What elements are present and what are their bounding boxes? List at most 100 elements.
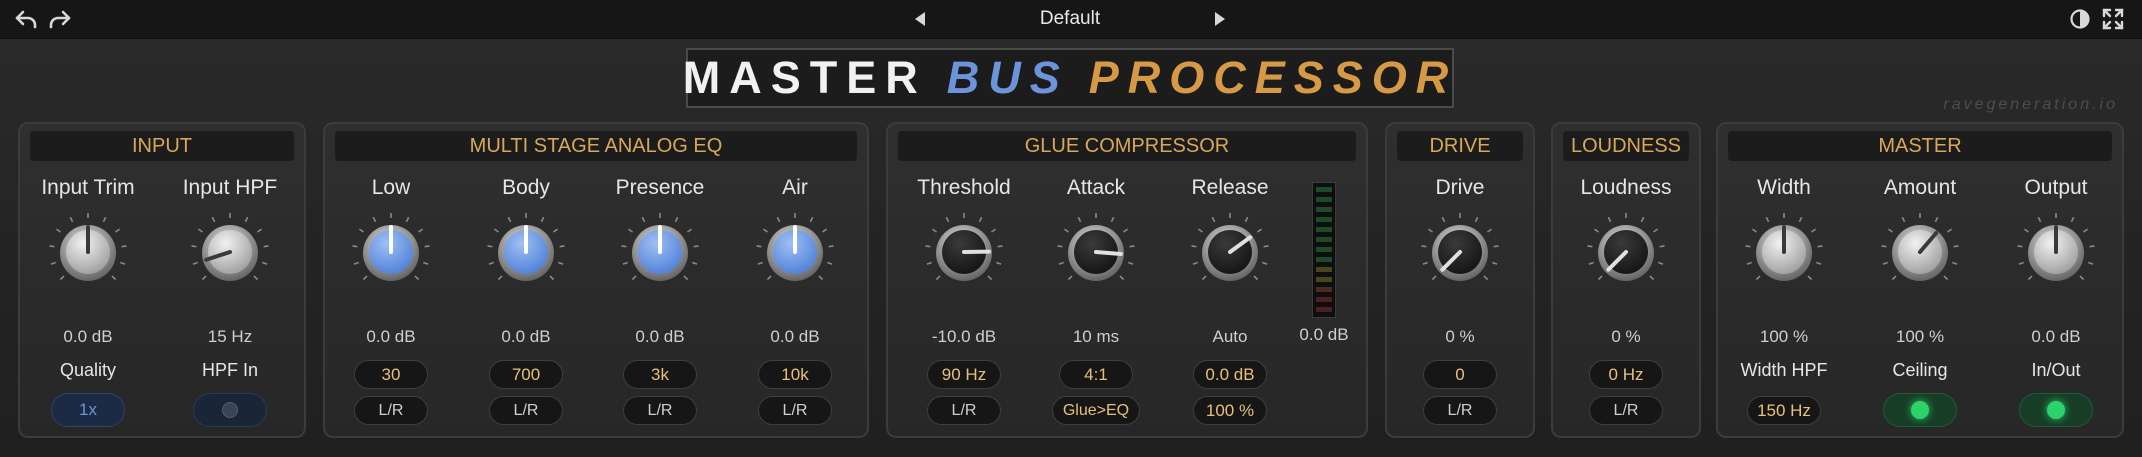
width-control: Width 100 % Width HPF 150 Hz <box>1724 124 1844 440</box>
ceiling-toggle[interactable] <box>1883 393 1957 427</box>
meter-segment <box>1316 227 1332 232</box>
meter-segment <box>1316 287 1332 292</box>
ceiling-label: Ceiling <box>1892 360 1948 380</box>
eq-presence-freq[interactable]: 3k <box>623 360 697 389</box>
attack-knob[interactable] <box>1056 212 1136 292</box>
makeup-gain[interactable]: 0.0 dB <box>1193 360 1267 389</box>
input-trim-control: Input Trim 0.0 dB Quality 1x <box>28 124 148 440</box>
amount-control: Amount 100 % Ceiling <box>1860 124 1980 440</box>
drive-panel: DRIVE Drive 0 % 0 L/R <box>1385 122 1535 438</box>
title-word-processor: PROCESSOR <box>1088 52 1458 103</box>
output-knob[interactable] <box>2016 212 2096 292</box>
eq-air-freq[interactable]: 10k <box>758 360 832 389</box>
width-value: 100 % <box>1759 327 1809 346</box>
quality-selector[interactable]: 1x <box>51 393 125 427</box>
meter-segment <box>1316 217 1332 222</box>
eq-body-freq[interactable]: 700 <box>489 360 563 389</box>
preset-name[interactable]: Default <box>960 4 1180 34</box>
threshold-value: -10.0 dB <box>931 327 997 346</box>
eq-body-label: Body <box>502 176 550 199</box>
amount-value: 100 % <box>1895 327 1945 346</box>
meter-segment <box>1316 257 1332 262</box>
eq-presence-label: Presence <box>615 176 705 199</box>
output-label: Output <box>2024 176 2088 199</box>
compressor-mix[interactable]: 100 % <box>1193 396 1267 425</box>
release-control: Release Auto 0.0 dB 100 % <box>1170 124 1290 440</box>
input-panel: INPUT Input Trim 0.0 dB Quality 1x Input… <box>18 122 306 438</box>
eq-low-knob[interactable] <box>351 212 431 292</box>
hpf-in-toggle[interactable] <box>193 393 267 427</box>
eq-air-value: 0.0 dB <box>770 327 820 346</box>
loudness-mode[interactable]: L/R <box>1589 396 1663 425</box>
meter-segment <box>1316 187 1332 192</box>
loudness-panel: LOUDNESS Loudness 0 % 0 Hz L/R <box>1551 122 1701 438</box>
input-hpf-control: Input HPF 15 Hz HPF In <box>170 124 290 440</box>
eq-band-low: Low 0.0 dB 30 L/R <box>331 124 451 440</box>
gain-reduction-value: 0.0 dB <box>1299 325 1349 344</box>
output-value: 0.0 dB <box>2031 327 2081 346</box>
in-out-toggle[interactable] <box>2019 393 2093 427</box>
loudness-control: Loudness 0 % 0 Hz L/R <box>1566 124 1686 440</box>
eq-air-mode[interactable]: L/R <box>758 396 832 425</box>
redo-icon[interactable] <box>46 5 74 33</box>
eq-body-knob[interactable] <box>486 212 566 292</box>
input-trim-knob[interactable] <box>48 212 128 292</box>
release-knob[interactable] <box>1190 212 1270 292</box>
width-hpf-pill[interactable]: 150 Hz <box>1747 396 1821 425</box>
plugin-title: MASTER BUS PROCESSOR <box>683 48 1454 108</box>
attack-control: Attack 10 ms 4:1 Glue>EQ <box>1036 124 1156 440</box>
triangle-right-icon[interactable] <box>1206 5 1234 33</box>
eq-low-freq[interactable]: 30 <box>354 360 428 389</box>
eq-air-label: Air <box>782 176 808 199</box>
drive-label: Drive <box>1435 176 1485 199</box>
eq-body-mode[interactable]: L/R <box>489 396 563 425</box>
threshold-knob[interactable] <box>924 212 1004 292</box>
threshold-label: Threshold <box>917 176 1011 199</box>
meter-segment <box>1316 207 1332 212</box>
sidechain-hpf[interactable]: 90 Hz <box>927 360 1001 389</box>
hpf-in-label: HPF In <box>201 360 258 380</box>
eq-band-air: Air 0.0 dB 10k L/R <box>735 124 855 440</box>
title-word-bus: BUS <box>946 52 1069 103</box>
drive-knob[interactable] <box>1420 212 1500 292</box>
eq-band-presence: Presence 0.0 dB 3k L/R <box>600 124 720 440</box>
meter-segment <box>1316 247 1332 252</box>
expand-icon[interactable] <box>2099 5 2127 33</box>
eq-presence-value: 0.0 dB <box>635 327 685 346</box>
width-label: Width <box>1757 176 1811 199</box>
amount-knob[interactable] <box>1880 212 1960 292</box>
eq-body-value: 0.0 dB <box>501 327 551 346</box>
brand-watermark: ravegeneration.io <box>1943 96 2118 113</box>
undo-icon[interactable] <box>12 5 40 33</box>
triangle-left-icon[interactable] <box>906 5 934 33</box>
attack-label: Attack <box>1066 176 1126 199</box>
eq-low-value: 0.0 dB <box>366 327 416 346</box>
output-control: Output 0.0 dB In/Out <box>1996 124 2116 440</box>
meter-segment <box>1316 277 1332 282</box>
loudness-freq[interactable]: 0 Hz <box>1589 360 1663 389</box>
drive-tone[interactable]: 0 <box>1423 360 1497 389</box>
release-label: Release <box>1191 176 1269 199</box>
eq-air-knob[interactable] <box>755 212 835 292</box>
loudness-knob[interactable] <box>1586 212 1666 292</box>
eq-panel: MULTI STAGE ANALOG EQ Low 0.0 dB 30 L/R … <box>323 122 869 438</box>
eq-presence-knob[interactable] <box>620 212 700 292</box>
routing-selector[interactable]: Glue>EQ <box>1052 396 1140 425</box>
meter-segment <box>1316 307 1332 312</box>
input-trim-value: 0.0 dB <box>63 327 113 346</box>
ratio-selector[interactable]: 4:1 <box>1059 360 1133 389</box>
meter-segment <box>1316 297 1332 302</box>
attack-value: 10 ms <box>1072 327 1120 346</box>
input-trim-label: Input Trim <box>41 176 135 199</box>
threshold-control: Threshold -10.0 dB 90 Hz L/R <box>904 124 1024 440</box>
toolbar: Default <box>0 0 2142 39</box>
eq-presence-mode[interactable]: L/R <box>623 396 697 425</box>
input-hpf-knob[interactable] <box>190 212 270 292</box>
drive-mode[interactable]: L/R <box>1423 396 1497 425</box>
eq-low-mode[interactable]: L/R <box>354 396 428 425</box>
loudness-value: 0 % <box>1611 327 1641 346</box>
compressor-mode[interactable]: L/R <box>927 396 1001 425</box>
gain-reduction-meter <box>1312 182 1336 318</box>
width-knob[interactable] <box>1744 212 1824 292</box>
contrast-icon[interactable] <box>2066 5 2094 33</box>
